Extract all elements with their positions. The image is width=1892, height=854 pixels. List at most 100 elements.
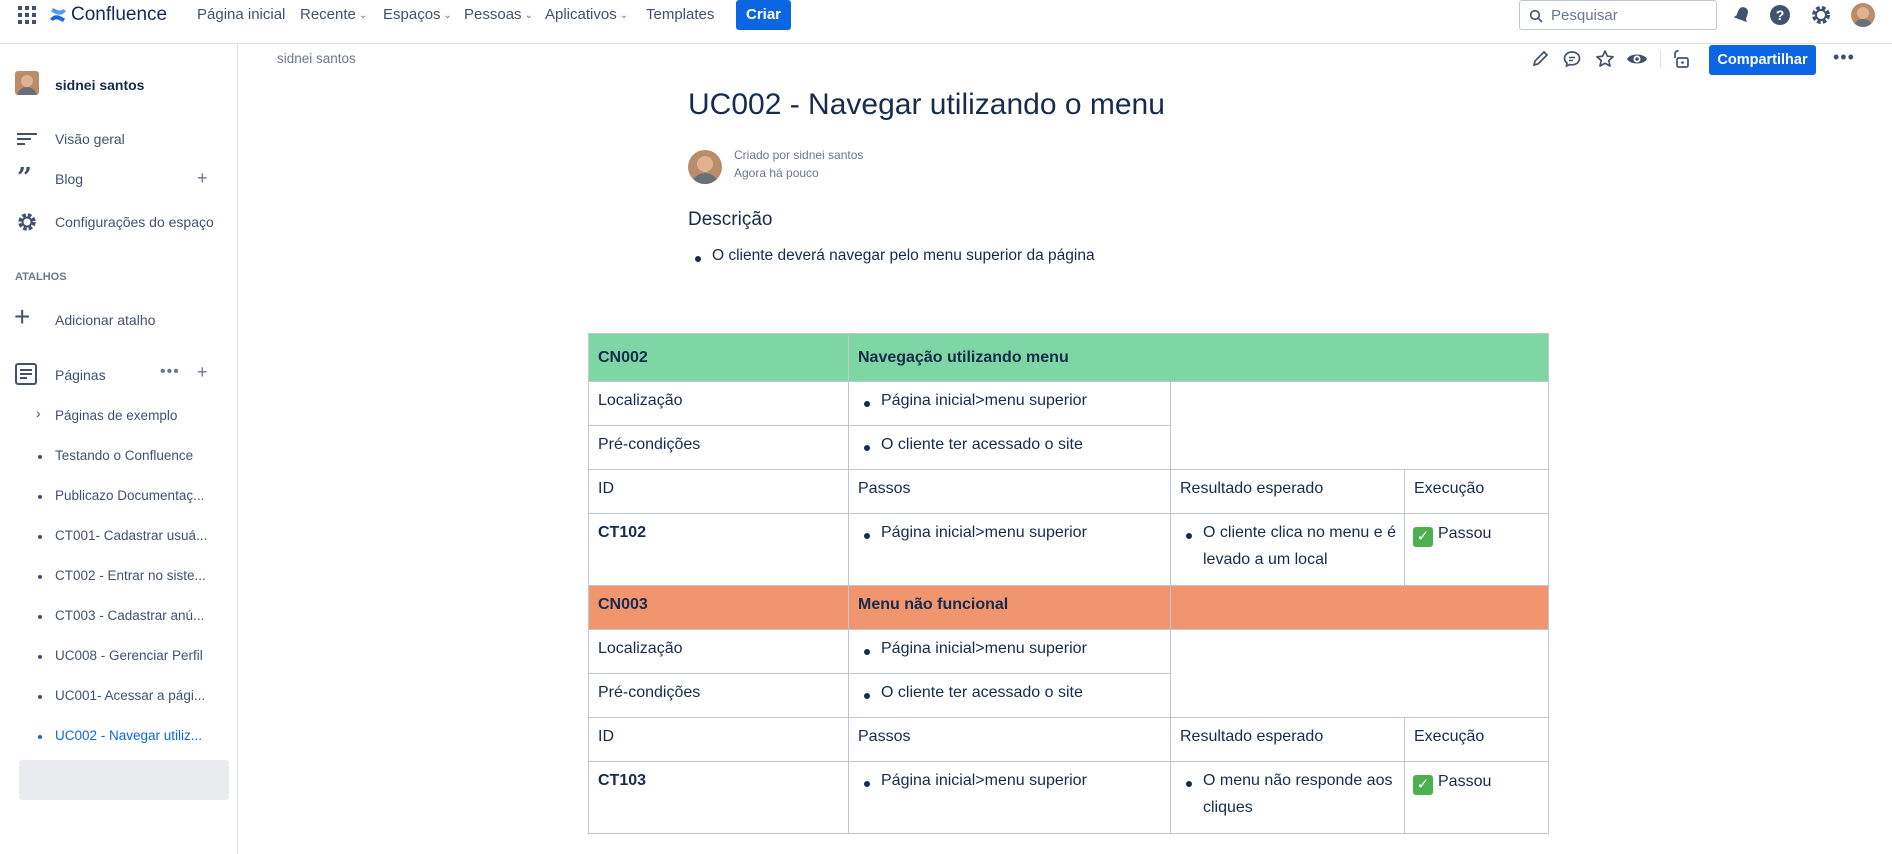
preconditions-value: O cliente ter acessado o site (881, 684, 1083, 701)
nav-templates[interactable]: Templates (646, 0, 714, 30)
sidebar-page-item[interactable]: UC001- Acessar a pági... (55, 688, 205, 703)
nav-espacos[interactable]: Espaços ⌄ (383, 0, 452, 30)
comment-icon[interactable] (1563, 50, 1581, 68)
add-blog-plus-icon[interactable]: + (197, 168, 208, 189)
confluence-brand[interactable]: Confluence (71, 0, 167, 30)
add-page-plus-icon[interactable]: + (197, 362, 208, 383)
test-step: Página inicial>menu superior (881, 524, 1087, 541)
bullet-dot-icon (864, 445, 870, 451)
table-cell: ID (588, 469, 849, 514)
table-cell: Página inicial>menu superior (848, 629, 1171, 674)
created-by[interactable]: Criado por sidnei santos (734, 148, 863, 162)
table-cell: O cliente clica no menu e é levado a um l… (1170, 513, 1405, 586)
col-execution-header: Execução (1414, 728, 1485, 745)
col-execution-header: Execução (1414, 480, 1485, 497)
sidebar-page-item[interactable]: CT002 - Entrar no siste... (55, 568, 206, 583)
pages-section-label[interactable]: Páginas (55, 367, 106, 383)
space-sidebar: sidnei santos Visão geral ” Blog + Confi… (0, 44, 238, 854)
app-switcher-icon[interactable] (18, 6, 36, 24)
sidebar-page-item[interactable]: UC008 - Gerenciar Perfil (55, 648, 203, 663)
scenario-id: CN003 (598, 596, 648, 613)
help-icon[interactable]: ? (1769, 4, 1791, 26)
table-cell: Página inicial>menu superior (848, 381, 1171, 426)
table-cell: Execução (1404, 717, 1549, 762)
nav-recente[interactable]: Recente ⌄ (300, 0, 367, 30)
table-cell: O menu não responde aos cliques (1170, 761, 1405, 834)
table-cell: CT102 (588, 513, 849, 586)
create-button[interactable]: Criar (736, 0, 791, 30)
table-cell: Resultado esperado (1170, 717, 1405, 762)
sidebar-page-item[interactable]: CT003 - Cadastrar anú... (55, 608, 204, 623)
sidebar-page-selected[interactable] (19, 760, 229, 800)
sidebar-page-item[interactable]: Publicazo Documentaç... (55, 488, 204, 503)
author-avatar[interactable] (688, 150, 722, 184)
table-cell: Resultado esperado (1170, 469, 1405, 514)
breadcrumb[interactable]: sidnei santos (277, 51, 356, 66)
bullet-dot-icon (864, 649, 870, 655)
user-avatar[interactable] (1851, 3, 1875, 27)
share-button[interactable]: Compartilhar (1709, 45, 1816, 75)
col-expected-header: Resultado esperado (1180, 728, 1324, 745)
page-timestamp: Agora há pouco (734, 166, 819, 180)
col-id-header: ID (598, 480, 614, 497)
watch-eye-icon[interactable] (1626, 50, 1648, 68)
nav-pessoas[interactable]: Pessoas ⌄ (464, 0, 533, 30)
nav-espacos-label: Espaços (383, 6, 441, 23)
preconditions-label: Pré-condições (598, 684, 701, 701)
table-cell: Pré-condições (588, 673, 849, 718)
sidebar-page-item[interactable]: CT001- Cadastrar usuá... (55, 528, 207, 543)
table-cell: O cliente ter acessado o site (848, 425, 1171, 470)
search-placeholder: Pesquisar (1551, 7, 1618, 24)
table-header-cell: CN003 (588, 585, 849, 630)
settings-gear-icon[interactable] (1810, 4, 1832, 26)
search-input[interactable]: Pesquisar (1519, 0, 1717, 30)
bullet-dot-icon (38, 655, 42, 659)
sidebar-page-item-current[interactable]: UC002 - Navegar utiliz... (55, 728, 202, 743)
expected-result-line-2: cliques (1203, 799, 1253, 816)
test-cases-table: CN002 Navegação utilizando menu Localiza… (588, 333, 1549, 836)
top-navigation-bar: Confluence Página inicial Recente ⌄ Espaç… (0, 0, 1892, 44)
location-label: Localização (598, 392, 683, 409)
add-shortcut-link[interactable]: Adicionar atalho (55, 312, 155, 328)
notifications-bell-icon[interactable] (1732, 5, 1752, 25)
table-cell: ✓ Passou (1404, 513, 1549, 586)
description-heading: Descrição (688, 209, 773, 230)
execution-status: Passou (1438, 525, 1492, 542)
sidebar-page-item[interactable]: Páginas de exemplo (55, 408, 177, 423)
more-options-icon[interactable]: ••• (160, 363, 180, 381)
sidebar-item-blog[interactable]: Blog (55, 171, 83, 187)
chevron-down-icon: ⌄ (619, 10, 629, 21)
more-actions-icon[interactable]: ••• (1833, 47, 1855, 68)
restrictions-unlock-icon[interactable] (1671, 49, 1689, 69)
nav-pagina-inicial[interactable]: Página inicial (197, 0, 285, 30)
table-cell: Passos (848, 469, 1171, 514)
space-name[interactable]: sidnei santos (55, 77, 144, 93)
location-label: Localização (598, 640, 683, 657)
bullet-dot-icon (864, 693, 870, 699)
table-cell: Localização (588, 381, 849, 426)
table-cell: Passos (848, 717, 1171, 762)
table-cell: Pré-condições (588, 425, 849, 470)
sidebar-item-visao-geral[interactable]: Visão geral (55, 131, 125, 147)
bullet-dot-icon (38, 615, 42, 619)
overview-lines-icon (17, 133, 37, 145)
table-header-cell: Menu não funcional (848, 585, 1171, 630)
location-value: Página inicial>menu superior (881, 640, 1087, 657)
star-icon[interactable] (1595, 49, 1615, 69)
confluence-logo-icon[interactable] (49, 6, 67, 24)
expected-result-line-2: levado a um local (1203, 551, 1328, 568)
chevron-right-icon[interactable]: › (36, 405, 41, 421)
test-case-id: CT103 (598, 772, 647, 789)
nav-aplicativos[interactable]: Aplicativos ⌄ (545, 0, 628, 30)
table-cell: O cliente ter acessado o site (848, 673, 1171, 718)
space-avatar[interactable] (15, 71, 39, 95)
sidebar-item-configuracoes[interactable]: Configurações do espaço (55, 214, 214, 230)
sidebar-page-item[interactable]: Testando o Confluence (55, 448, 193, 463)
table-cell: ✓ Passou (1404, 761, 1549, 834)
check-mark-icon: ✓ (1413, 527, 1433, 547)
test-case-id: CT102 (598, 524, 647, 541)
svg-text:?: ? (1776, 7, 1785, 23)
edit-pencil-icon[interactable] (1531, 50, 1549, 68)
bullet-dot-icon (695, 256, 701, 262)
expected-result-line-1: O cliente clica no menu e é (1203, 524, 1396, 541)
